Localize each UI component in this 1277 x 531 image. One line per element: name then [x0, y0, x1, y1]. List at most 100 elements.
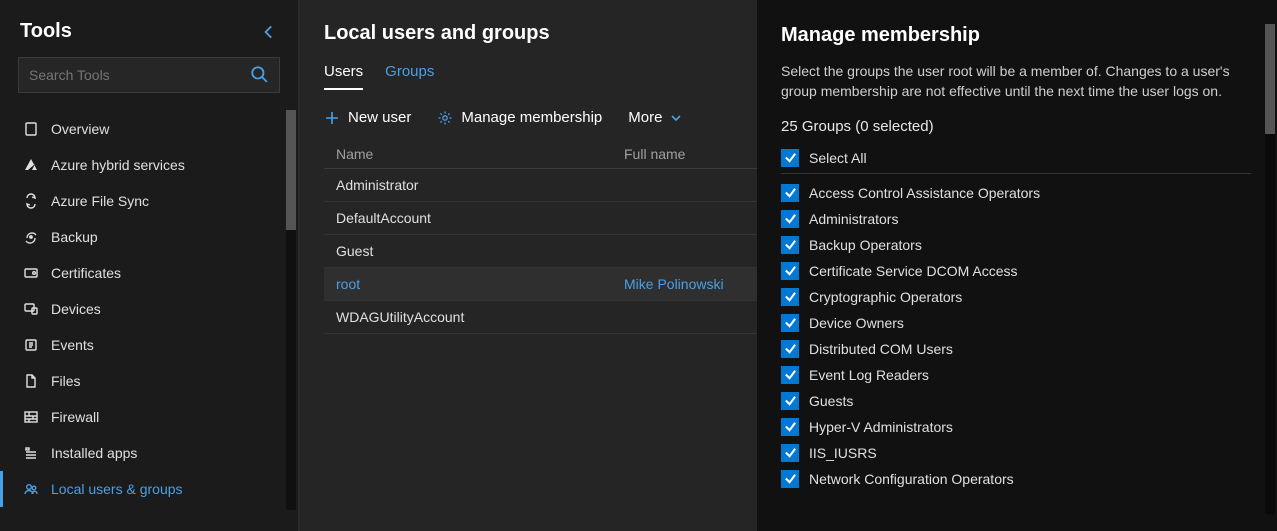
manage-membership-button[interactable]: Manage membership	[437, 109, 602, 126]
group-row[interactable]: Network Configuration Operators	[781, 466, 1271, 492]
cell-name: Guest	[334, 243, 624, 259]
sidebar-item-backup[interactable]: Backup	[0, 219, 298, 255]
collapse-icon[interactable]	[260, 23, 278, 41]
group-label: IIS_IUSRS	[809, 445, 877, 461]
sidebar-item-label: Events	[51, 337, 94, 353]
cell-name: Administrator	[334, 177, 624, 193]
sidebar-item-azure-hybrid-services[interactable]: Azure hybrid services	[0, 147, 298, 183]
sidebar-scrollbar[interactable]	[286, 110, 296, 510]
select-all-checkbox[interactable]	[781, 149, 799, 167]
sidebar-item-certificates[interactable]: Certificates	[0, 255, 298, 291]
group-row[interactable]: Administrators	[781, 206, 1271, 232]
group-row[interactable]: Certificate Service DCOM Access	[781, 258, 1271, 284]
column-fullname[interactable]: Full name	[624, 146, 747, 162]
cell-name: WDAGUtilityAccount	[334, 309, 624, 325]
group-checkbox[interactable]	[781, 184, 799, 202]
backup-icon	[23, 229, 39, 245]
gear-icon	[437, 110, 453, 126]
panel-title: Manage membership	[781, 24, 1271, 47]
group-list: Select All Access Control Assistance Ope…	[781, 145, 1271, 531]
sidebar-item-label: Firewall	[51, 409, 99, 425]
nav-list: Overview Azure hybrid servicesAzure File …	[0, 111, 298, 531]
column-name[interactable]: Name	[334, 146, 624, 162]
table-row[interactable]: DefaultAccount	[324, 202, 757, 235]
group-row[interactable]: Cryptographic Operators	[781, 284, 1271, 310]
group-checkbox[interactable]	[781, 444, 799, 462]
group-label: Distributed COM Users	[809, 341, 953, 357]
cell-fullname: Mike Polinowski	[624, 276, 747, 292]
group-checkbox[interactable]	[781, 340, 799, 358]
certificates-icon	[23, 265, 39, 281]
tab-groups[interactable]: Groups	[385, 63, 434, 90]
group-checkbox[interactable]	[781, 470, 799, 488]
sidebar-scrollbar-thumb[interactable]	[286, 110, 296, 230]
group-count: 25 Groups (0 selected)	[781, 118, 1271, 135]
select-all-row[interactable]: Select All	[781, 145, 1271, 171]
page-title: Local users and groups	[324, 22, 757, 63]
overview-icon	[23, 121, 39, 137]
usersgroups-icon	[23, 481, 39, 497]
more-button[interactable]: More	[628, 109, 682, 126]
search-icon[interactable]	[250, 65, 268, 83]
table-row[interactable]: WDAGUtilityAccount	[324, 301, 757, 334]
chevron-down-icon	[670, 112, 682, 124]
sidebar-item-installed-apps[interactable]: Installed apps	[0, 435, 298, 471]
table-row[interactable]: Administrator	[324, 169, 757, 202]
sidebar-item-files[interactable]: Files	[0, 363, 298, 399]
table-row[interactable]: Guest	[324, 235, 757, 268]
sidebar-item-label: Installed apps	[51, 445, 137, 461]
sidebar-item-events[interactable]: Events	[0, 327, 298, 363]
tab-users[interactable]: Users	[324, 63, 363, 90]
group-checkbox[interactable]	[781, 392, 799, 410]
sidebar-item-label: Overview	[51, 121, 109, 137]
group-label: Guests	[809, 393, 853, 409]
group-checkbox[interactable]	[781, 262, 799, 280]
group-row[interactable]: Guests	[781, 388, 1271, 414]
sidebar-item-firewall[interactable]: Firewall	[0, 399, 298, 435]
sidebar-item-devices[interactable]: Devices	[0, 291, 298, 327]
sidebar-item-label: Certificates	[51, 265, 121, 281]
sidebar: Tools Overview Azure hybrid servicesAzure…	[0, 0, 300, 531]
sidebar-item-overview[interactable]: Overview	[0, 111, 298, 147]
events-icon	[23, 337, 39, 353]
toolbar: New user Manage membership More	[324, 107, 757, 140]
group-row[interactable]: Hyper-V Administrators	[781, 414, 1271, 440]
group-row[interactable]: Backup Operators	[781, 232, 1271, 258]
group-checkbox[interactable]	[781, 314, 799, 332]
divider	[781, 173, 1251, 174]
group-label: Network Configuration Operators	[809, 471, 1014, 487]
main-content: Local users and groups Users Groups New u…	[300, 0, 757, 531]
group-row[interactable]: Access Control Assistance Operators	[781, 180, 1271, 206]
group-checkbox[interactable]	[781, 366, 799, 384]
azure-icon	[23, 157, 39, 173]
panel-scrollbar[interactable]	[1265, 24, 1275, 514]
group-checkbox[interactable]	[781, 418, 799, 436]
firewall-icon	[23, 409, 39, 425]
sidebar-item-azure-file-sync[interactable]: Azure File Sync	[0, 183, 298, 219]
new-user-button[interactable]: New user	[324, 109, 411, 126]
group-label: Device Owners	[809, 315, 904, 331]
group-label: Access Control Assistance Operators	[809, 185, 1040, 201]
sidebar-item-local-users-groups[interactable]: Local users & groups	[0, 471, 298, 507]
group-label: Hyper-V Administrators	[809, 419, 953, 435]
group-checkbox[interactable]	[781, 288, 799, 306]
tabs: Users Groups	[324, 63, 757, 91]
plus-icon	[324, 110, 340, 126]
manage-membership-label: Manage membership	[461, 109, 602, 126]
sidebar-title: Tools	[20, 20, 72, 43]
membership-panel: Manage membership Select the groups the …	[757, 0, 1277, 531]
group-label: Event Log Readers	[809, 367, 929, 383]
group-checkbox[interactable]	[781, 210, 799, 228]
sidebar-item-label: Backup	[51, 229, 98, 245]
group-row[interactable]: Device Owners	[781, 310, 1271, 336]
group-row[interactable]: Event Log Readers	[781, 362, 1271, 388]
apps-icon	[23, 445, 39, 461]
panel-scrollbar-thumb[interactable]	[1265, 24, 1275, 134]
cell-name: DefaultAccount	[334, 210, 624, 226]
search-input[interactable]	[18, 57, 280, 93]
more-label: More	[628, 109, 662, 126]
group-row[interactable]: IIS_IUSRS	[781, 440, 1271, 466]
group-row[interactable]: Distributed COM Users	[781, 336, 1271, 362]
table-row[interactable]: rootMike Polinowski	[324, 268, 757, 301]
group-checkbox[interactable]	[781, 236, 799, 254]
